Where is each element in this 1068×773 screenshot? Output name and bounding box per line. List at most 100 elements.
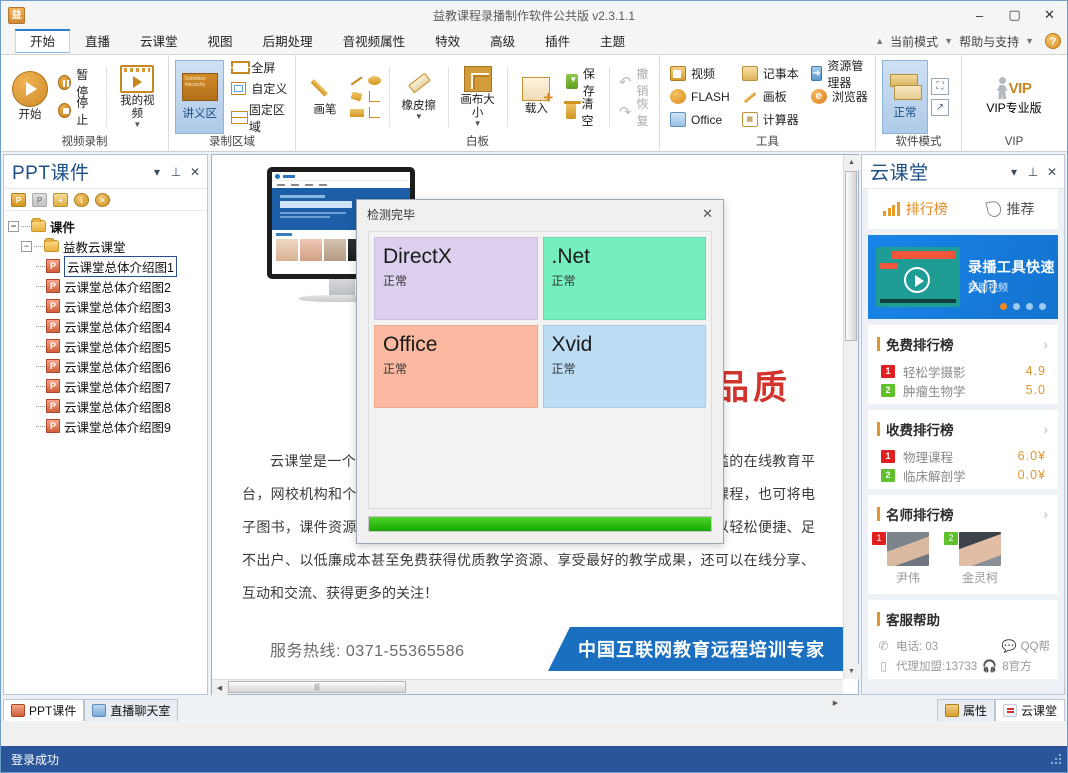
list-item[interactable]: P 云课堂总体介绍图9 xyxy=(8,416,203,436)
info-icon[interactable]: i xyxy=(74,192,89,207)
tab-leaderboard[interactable]: 排行榜 xyxy=(868,199,963,219)
help-support-label[interactable]: 帮助与支持 xyxy=(957,33,1021,50)
list-item[interactable]: 1 轻松学摄影 4.9 xyxy=(868,360,1058,382)
angle-shape-button[interactable] xyxy=(366,89,383,104)
ppt-add-icon[interactable]: P xyxy=(11,192,26,207)
rect-shape-button[interactable] xyxy=(348,105,365,120)
pause-record-button[interactable]: 暂停 xyxy=(55,68,100,99)
dock-tab-properties[interactable]: 属性 xyxy=(936,699,995,721)
polygon-shape-button[interactable] xyxy=(348,89,365,104)
fixed-area-button[interactable]: 固定区域 xyxy=(231,101,289,135)
tool-video-button[interactable]: 视频 xyxy=(670,64,730,84)
tab-view[interactable]: 视图 xyxy=(193,29,248,54)
list-item[interactable]: P 云课堂总体介绍图6 xyxy=(8,356,203,376)
carousel-dots[interactable] xyxy=(1000,303,1046,310)
support-phone-row[interactable]: ✆ 电话: 03 💬 QQ帮 xyxy=(868,635,1058,657)
collapse-icon[interactable]: − xyxy=(21,240,32,252)
canvas-size-button[interactable]: 画布大小 ▼ xyxy=(455,60,501,134)
fullscreen-area-button[interactable]: 全屏 xyxy=(231,59,289,76)
list-item[interactable]: 1 物理课程 6.0¥ xyxy=(868,445,1058,467)
chevron-down-icon-help[interactable]: ▼ xyxy=(1025,36,1034,46)
minimize-button[interactable]: – xyxy=(962,1,997,29)
clear-icon[interactable]: ✕ xyxy=(95,192,110,207)
tab-post-processing[interactable]: 后期处理 xyxy=(248,29,328,54)
folder-add-icon[interactable]: + xyxy=(53,192,68,207)
list-item[interactable]: P 云课堂总体介绍图5 xyxy=(8,336,203,356)
list-item[interactable]: P 云课堂总体介绍图1 xyxy=(8,255,203,277)
chevron-down-icon[interactable]: ▼ xyxy=(415,113,423,121)
free-ranking-more-link[interactable]: › xyxy=(1043,336,1048,352)
expand-mode-button[interactable]: ⛶ xyxy=(931,77,949,95)
carousel-dot-2[interactable] xyxy=(1013,303,1020,310)
dock-tab-chat[interactable]: 直播聊天室 xyxy=(84,699,179,721)
current-mode-label[interactable]: 当前模式 xyxy=(888,33,940,50)
start-record-button[interactable]: 开始 xyxy=(7,60,53,134)
load-button[interactable]: 载入 xyxy=(513,60,559,134)
dock-tab-ppt[interactable]: PPT课件 xyxy=(3,699,85,721)
chevron-down-icon[interactable]: ▼ xyxy=(133,120,141,129)
lecture-area-button[interactable]: Definition hierarchy 讲义区 xyxy=(175,59,225,134)
list-item[interactable]: 2 临床解剖学 0.0¥ xyxy=(868,467,1058,489)
tool-office-button[interactable]: Office xyxy=(670,110,730,130)
list-item[interactable]: P 云课堂总体介绍图3 xyxy=(8,296,203,316)
collapse-icon[interactable]: − xyxy=(8,220,19,232)
teacher-card[interactable]: 1 尹伟 xyxy=(872,532,935,586)
save-button[interactable]: 保存 xyxy=(563,67,603,98)
teacher-card[interactable]: 2 金灵柯 xyxy=(944,532,1007,586)
vertical-scrollbar[interactable]: ▲ ▼ xyxy=(843,155,859,679)
my-video-button[interactable]: 我的视频 ▼ xyxy=(113,60,162,134)
scroll-up-button[interactable]: ▲ xyxy=(844,155,859,170)
pin-icon[interactable]: ⊥ xyxy=(1027,165,1039,179)
dialog-close-icon[interactable]: ✕ xyxy=(702,206,713,222)
panel-menu-icon[interactable]: ▾ xyxy=(151,165,163,179)
close-icon[interactable]: ✕ xyxy=(189,165,201,179)
scroll-down-button[interactable]: ▼ xyxy=(844,664,859,679)
tab-start[interactable]: 开始 xyxy=(15,29,71,54)
tree-node-group[interactable]: − 益教云课堂 xyxy=(8,236,203,256)
tab-recommend[interactable]: 推荐 xyxy=(963,199,1058,219)
paid-ranking-more-link[interactable]: › xyxy=(1043,421,1048,437)
angle2-shape-button[interactable] xyxy=(366,105,383,120)
tree-node-root[interactable]: − 课件 xyxy=(8,216,203,236)
chevron-down-icon[interactable]: ▼ xyxy=(474,119,482,128)
panel-menu-icon[interactable]: ▾ xyxy=(1008,165,1020,179)
list-item[interactable]: P 云课堂总体介绍图4 xyxy=(8,316,203,336)
support-qq-label[interactable]: QQ帮 xyxy=(1021,638,1050,654)
list-item[interactable]: P 云课堂总体介绍图2 xyxy=(8,276,203,296)
tab-plugins[interactable]: 插件 xyxy=(530,29,585,54)
vip-pro-button[interactable]: VIP VIP专业版 xyxy=(977,60,1051,134)
tab-effects[interactable]: 特效 xyxy=(420,29,475,54)
tool-flash-button[interactable]: FLASH xyxy=(670,87,730,107)
tab-theme[interactable]: 主题 xyxy=(585,29,640,54)
custom-area-button[interactable]: 自定义 xyxy=(231,80,289,97)
scroll-left-button[interactable]: ◀ xyxy=(212,680,227,695)
tool-calculator-button[interactable]: ▦ 计算器 xyxy=(741,110,799,130)
carousel-dot-3[interactable] xyxy=(1026,303,1033,310)
clear-button[interactable]: 清空 xyxy=(563,97,603,128)
redo-button[interactable]: ↷ 恢复 xyxy=(616,97,653,128)
tab-advanced[interactable]: 高级 xyxy=(475,29,530,54)
stop-record-button[interactable]: 停止 xyxy=(55,96,100,127)
chevron-up-icon[interactable]: ▲ xyxy=(875,36,884,46)
tool-notepad-button[interactable]: 记事本 xyxy=(741,64,799,84)
carousel-dot-4[interactable] xyxy=(1039,303,1046,310)
chevron-down-icon-mode[interactable]: ▼ xyxy=(944,36,953,46)
horizontal-scroll-thumb[interactable]: ||| xyxy=(228,681,406,693)
list-item[interactable]: P 云课堂总体介绍图8 xyxy=(8,396,203,416)
resize-grip[interactable] xyxy=(1049,752,1063,766)
undo-button[interactable]: ↶ 撤销 xyxy=(616,67,653,98)
teacher-ranking-more-link[interactable]: › xyxy=(1043,506,1048,522)
promo-banner[interactable]: 录播工具快速入门 帮助视频 xyxy=(868,235,1058,319)
dock-tab-cloud-class[interactable]: 云课堂 xyxy=(994,699,1065,721)
tool-drawboard-button[interactable]: 画板 xyxy=(742,87,799,107)
ppt-remove-icon[interactable]: P xyxy=(32,192,47,207)
vertical-scroll-thumb[interactable] xyxy=(845,171,857,341)
maximize-button[interactable]: ▢ xyxy=(997,1,1032,29)
pen-button[interactable]: 画笔 xyxy=(302,60,348,134)
popout-mode-button[interactable]: ↗ xyxy=(931,98,949,116)
carousel-dot-1[interactable] xyxy=(1000,303,1007,310)
close-button[interactable]: ✕ xyxy=(1032,1,1067,29)
eraser-button[interactable]: 橡皮擦 ▼ xyxy=(396,60,442,134)
help-icon[interactable]: ? xyxy=(1045,33,1061,49)
list-item[interactable]: 2 肿瘤生物学 5.0 xyxy=(868,382,1058,404)
